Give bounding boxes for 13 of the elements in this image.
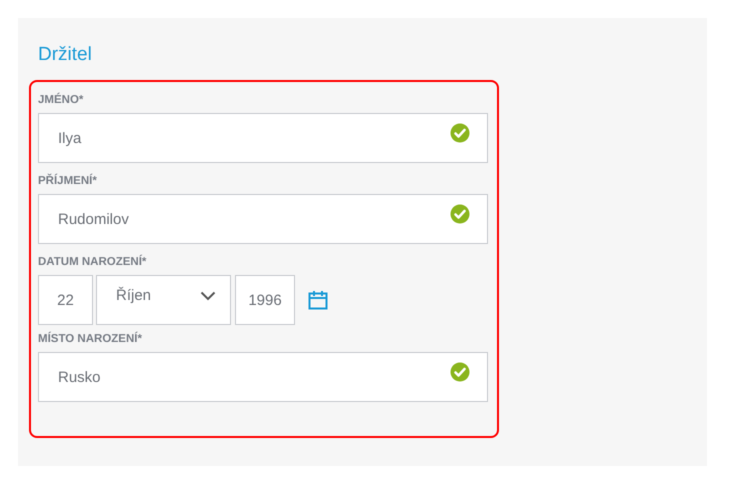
input-field[interactable]: Rusko — [38, 352, 488, 402]
day-field[interactable]: 22 — [38, 275, 93, 325]
month-dropdown[interactable]: Říjen — [96, 275, 231, 325]
section-title: Držitel — [38, 44, 92, 67]
field-label: MÍSTO NAROZENÍ* — [38, 332, 142, 347]
field-label: DATUM NAROZENÍ* — [38, 255, 146, 270]
chevron-down-icon — [200, 291, 216, 301]
input-field[interactable]: Ilya — [38, 113, 488, 163]
field-label: JMÉNO* — [38, 93, 84, 108]
year-field[interactable]: 1996 — [235, 275, 295, 325]
field-label: PŘÍJMENÍ* — [38, 174, 97, 189]
calendar-icon[interactable] — [308, 290, 328, 310]
input-field[interactable]: Rudomilov — [38, 194, 488, 244]
